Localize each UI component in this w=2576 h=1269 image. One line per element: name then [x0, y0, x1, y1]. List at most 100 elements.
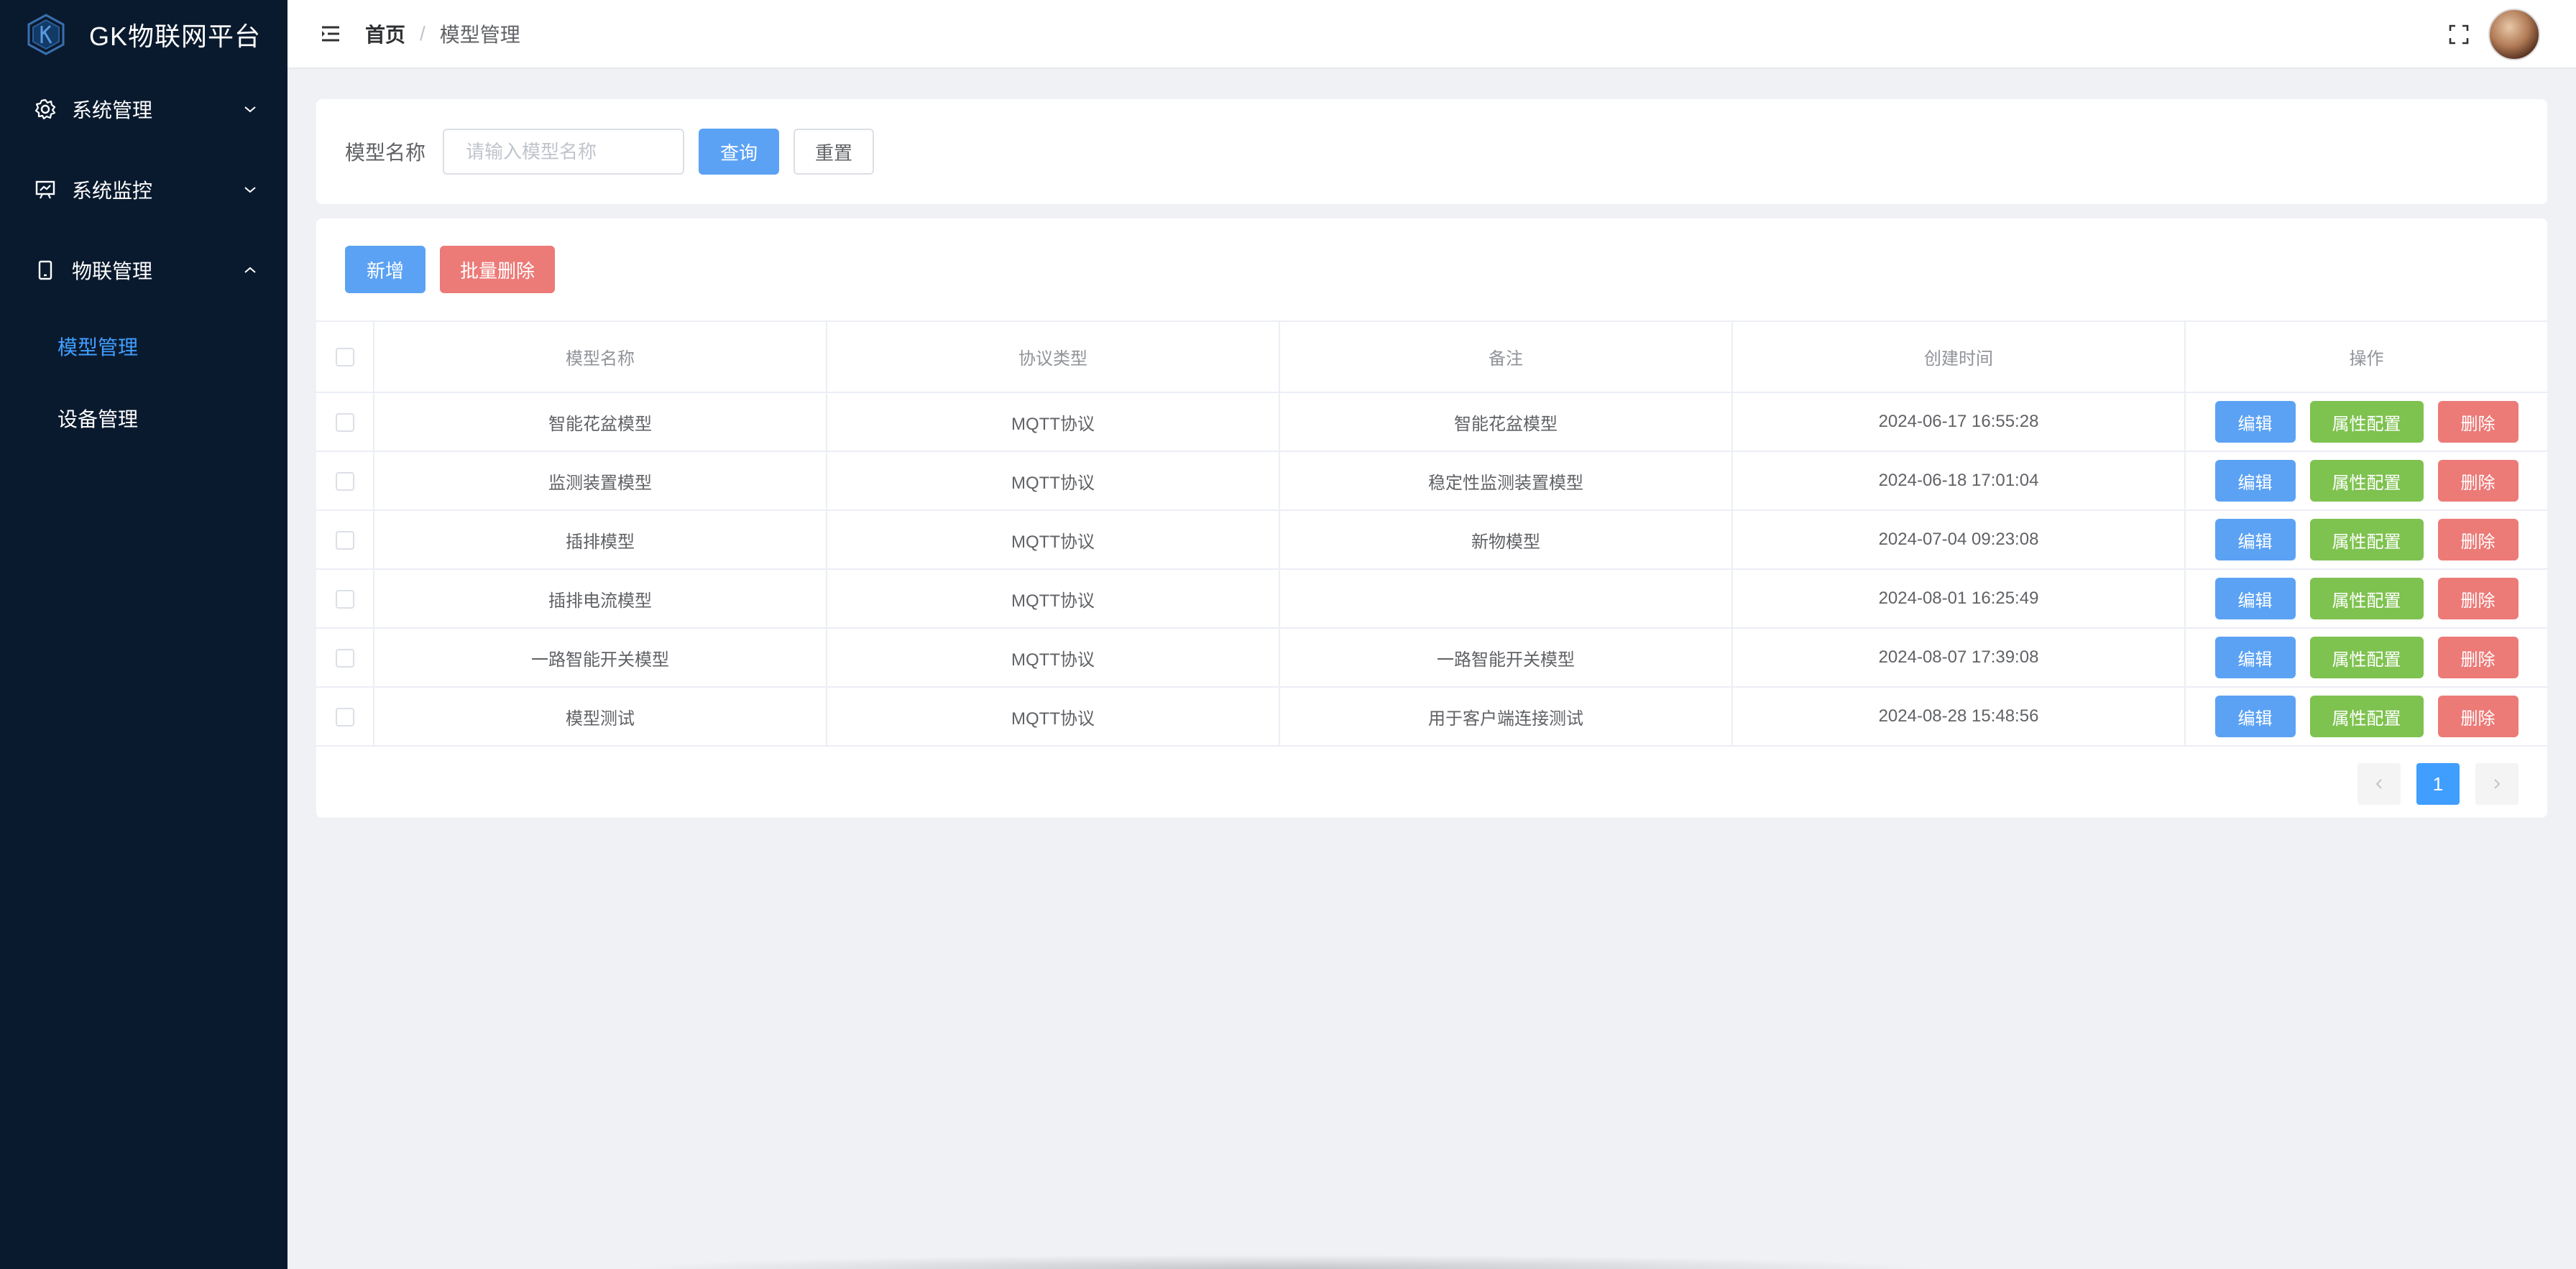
row-checkbox[interactable] — [335, 707, 354, 726]
chevron-right-icon — [2494, 779, 2501, 789]
breadcrumb-current: 模型管理 — [439, 24, 520, 46]
table-row: 模型测试 MQTT协议 用于客户端连接测试 2024-08-28 15:48:56 编辑… — [316, 687, 2547, 747]
menu-system-monitor[interactable]: 系统监控 — [0, 149, 288, 230]
cell-remark: 稳定性监测装置模型 — [1279, 451, 1733, 511]
submenu-device-management[interactable]: 设备管理 — [0, 382, 288, 454]
table-row: 插排电流模型 MQTT协议 2024-08-01 16:25:49 编辑 属性配置 删除 — [316, 569, 2547, 629]
column-header: 模型名称 — [374, 322, 827, 393]
row-checkbox[interactable] — [335, 412, 354, 432]
prev-page-button[interactable] — [2358, 763, 2401, 805]
menu-toggle-icon[interactable] — [319, 22, 342, 45]
fullscreen-icon[interactable] — [2447, 22, 2471, 47]
menu-label: 物联管理 — [72, 260, 153, 282]
search-form: 模型名称 查询 重置 — [316, 99, 2547, 204]
edit-button[interactable]: 编辑 — [2214, 578, 2296, 619]
next-page-button[interactable] — [2475, 763, 2518, 805]
column-header: 创建时间 — [1732, 322, 2186, 393]
cell-actions: 编辑 属性配置 删除 — [2185, 569, 2547, 629]
edit-button[interactable]: 编辑 — [2214, 696, 2296, 737]
row-select-cell — [316, 392, 374, 452]
row-actions: 编辑 属性配置 删除 — [2186, 696, 2547, 737]
row-checkbox[interactable] — [335, 589, 354, 609]
toolbar: 新增 批量删除 — [316, 218, 2547, 322]
row-actions: 编辑 属性配置 删除 — [2186, 519, 2547, 560]
cell-actions: 编辑 属性配置 删除 — [2185, 392, 2547, 452]
delete-button[interactable]: 删除 — [2437, 578, 2518, 619]
header: 首页 / 模型管理 — [288, 0, 2576, 69]
table-row: 监测装置模型 MQTT协议 稳定性监测装置模型 2024-06-18 17:01:04… — [316, 451, 2547, 511]
edit-button[interactable]: 编辑 — [2214, 460, 2296, 502]
row-checkbox[interactable] — [335, 648, 354, 668]
breadcrumb-home[interactable]: 首页 — [365, 19, 405, 48]
cell-model-name: 插排电流模型 — [374, 569, 827, 629]
cell-created-time: 2024-08-28 15:48:56 — [1732, 687, 2186, 747]
pagination: 1 — [2358, 763, 2518, 805]
cell-actions: 编辑 属性配置 删除 — [2185, 451, 2547, 511]
row-select-cell — [316, 628, 374, 688]
row-select-cell — [316, 569, 374, 629]
attr-config-button[interactable]: 属性配置 — [2309, 460, 2424, 502]
cell-model-name: 模型测试 — [374, 687, 827, 747]
page-number[interactable]: 1 — [2416, 763, 2460, 805]
cell-protocol: MQTT协议 — [827, 687, 1280, 747]
delete-button[interactable]: 删除 — [2437, 460, 2518, 502]
table-header-row: 模型名称 协议类型 备注 创建时间 操作 — [316, 322, 2547, 393]
edit-button[interactable]: 编辑 — [2214, 401, 2296, 443]
model-table: 模型名称 协议类型 备注 创建时间 操作 智能花盆模型 MQTT协议 智能花盆模型 2… — [316, 322, 2547, 747]
reset-button[interactable]: 重置 — [794, 129, 875, 175]
delete-button[interactable]: 删除 — [2437, 696, 2518, 737]
column-header: 协议类型 — [827, 322, 1280, 393]
cell-model-name: 监测装置模型 — [374, 451, 827, 511]
cell-actions: 编辑 属性配置 删除 — [2185, 510, 2547, 570]
cell-model-name: 智能花盆模型 — [374, 392, 827, 452]
attr-config-button[interactable]: 属性配置 — [2309, 637, 2424, 678]
bottom-shadow — [618, 1255, 1941, 1269]
cell-created-time: 2024-07-04 09:23:08 — [1732, 510, 2186, 570]
cell-protocol: MQTT协议 — [827, 451, 1280, 511]
delete-button[interactable]: 删除 — [2437, 637, 2518, 678]
menu-system-management[interactable]: 系统管理 — [0, 69, 288, 149]
cell-created-time: 2024-06-17 16:55:28 — [1732, 392, 2186, 452]
chevron-up-icon — [244, 267, 256, 273]
cell-remark — [1279, 569, 1733, 629]
row-checkbox[interactable] — [335, 530, 354, 550]
model-name-input[interactable] — [443, 129, 685, 175]
delete-button[interactable]: 删除 — [2437, 519, 2518, 560]
phone-icon — [33, 258, 58, 282]
row-actions: 编辑 属性配置 删除 — [2186, 460, 2547, 502]
app-title: GK物联网平台 — [89, 22, 262, 51]
select-all-checkbox[interactable] — [335, 348, 354, 367]
header-actions — [2447, 9, 2540, 60]
edit-button[interactable]: 编辑 — [2214, 519, 2296, 560]
query-button[interactable]: 查询 — [699, 129, 780, 175]
table-row: 一路智能开关模型 MQTT协议 一路智能开关模型 2024-08-07 17:39:0… — [316, 628, 2547, 688]
cell-actions: 编辑 属性配置 删除 — [2185, 687, 2547, 747]
row-actions: 编辑 属性配置 删除 — [2186, 401, 2547, 443]
row-actions: 编辑 属性配置 删除 — [2186, 637, 2547, 678]
cell-protocol: MQTT协议 — [827, 510, 1280, 570]
column-header: 操作 — [2185, 322, 2547, 393]
delete-button[interactable]: 删除 — [2437, 401, 2518, 443]
cell-created-time: 2024-06-18 17:01:04 — [1732, 451, 2186, 511]
attr-config-button[interactable]: 属性配置 — [2309, 519, 2424, 560]
attr-config-button[interactable]: 属性配置 — [2309, 696, 2424, 737]
batch-delete-button[interactable]: 批量删除 — [440, 246, 555, 293]
attr-config-button[interactable]: 属性配置 — [2309, 578, 2424, 619]
menu-label: 系统管理 — [72, 99, 153, 121]
submenu-model-management[interactable]: 模型管理 — [0, 310, 288, 382]
menu-iot-management[interactable]: 物联管理 — [0, 230, 288, 310]
select-all-cell — [316, 322, 374, 393]
cell-model-name: 插排模型 — [374, 510, 827, 570]
add-button[interactable]: 新增 — [345, 246, 426, 293]
attr-config-button[interactable]: 属性配置 — [2309, 401, 2424, 443]
logo-icon — [27, 14, 65, 55]
table-row: 插排模型 MQTT协议 新物模型 2024-07-04 09:23:08 编辑 属性配置删… — [316, 510, 2547, 570]
chevron-left-icon — [2375, 779, 2382, 789]
cell-actions: 编辑 属性配置 删除 — [2185, 628, 2547, 688]
sidebar: GK物联网平台 系统管理 系统监控 物联管理 模型管理 设备管理 — [0, 0, 288, 1269]
edit-button[interactable]: 编辑 — [2214, 637, 2296, 678]
row-checkbox[interactable] — [335, 471, 354, 491]
chevron-down-icon — [244, 187, 256, 193]
cell-model-name: 一路智能开关模型 — [374, 628, 827, 688]
avatar[interactable] — [2488, 9, 2540, 60]
